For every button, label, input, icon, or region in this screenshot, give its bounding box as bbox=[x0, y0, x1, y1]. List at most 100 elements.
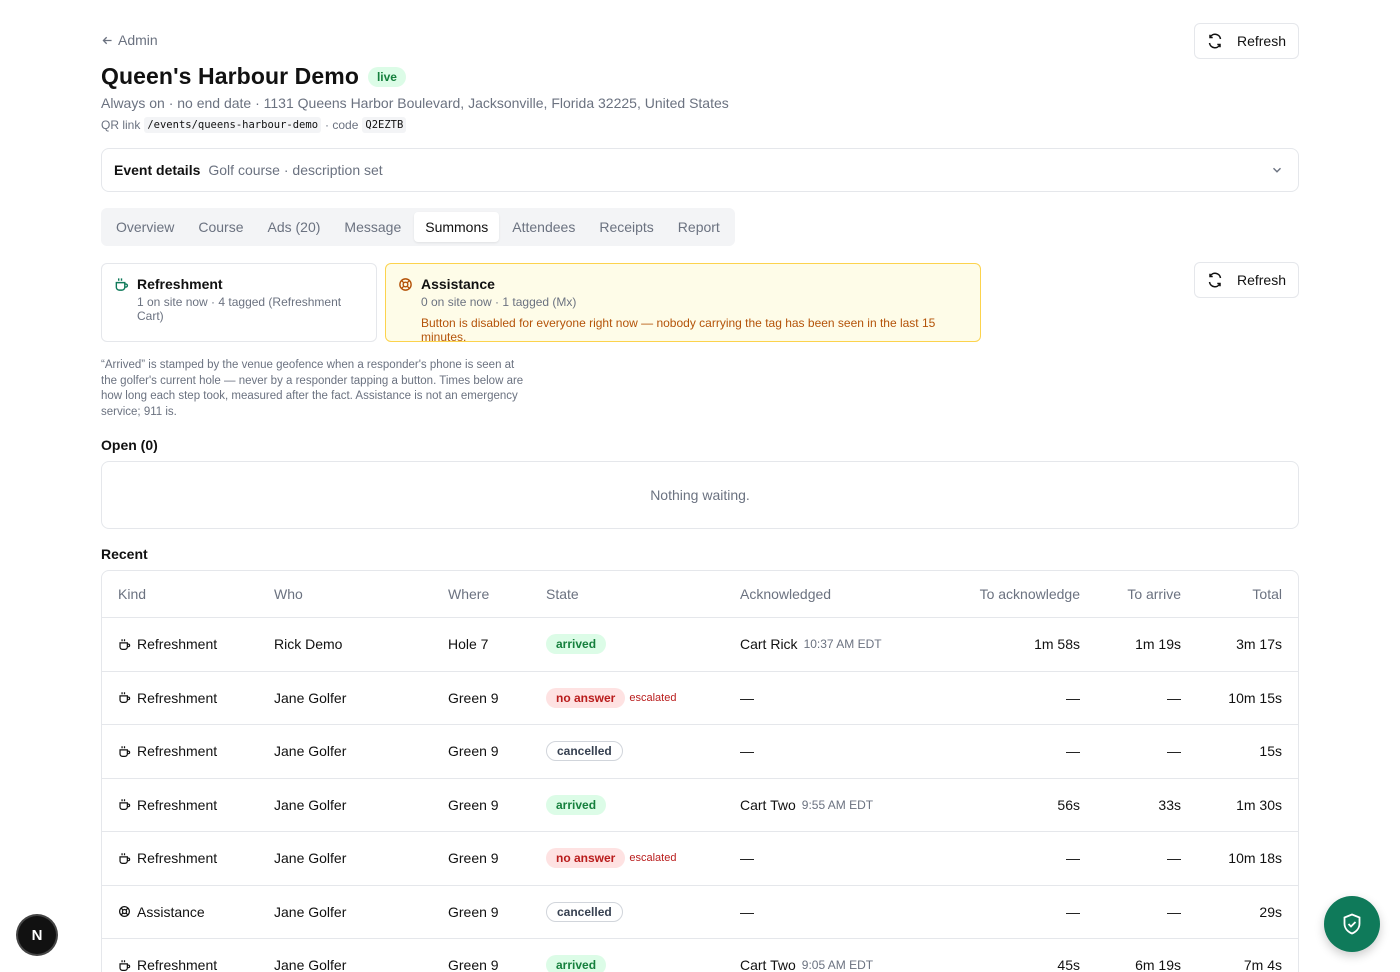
ack-by: — bbox=[740, 850, 754, 867]
row-acknowledged: — bbox=[740, 672, 754, 725]
details-summary: Golf course · description set bbox=[208, 162, 383, 178]
row-total: 3m 17s bbox=[1236, 636, 1282, 653]
refresh-button[interactable]: Refresh bbox=[1193, 23, 1299, 59]
row-state: cancelled bbox=[546, 725, 623, 778]
row-kind: Refreshment bbox=[118, 939, 217, 972]
refreshment-card[interactable]: Refreshment 1 on site now · 4 tagged (Re… bbox=[101, 263, 377, 342]
qr-path[interactable]: /events/queens-harbour-demo bbox=[144, 117, 322, 133]
row-who: Rick Demo bbox=[274, 636, 343, 653]
row-kind-label: Refreshment bbox=[137, 636, 218, 653]
row-total: 1m 30s bbox=[1236, 796, 1282, 813]
row-acknowledged: Cart Two 9:55 AM EDT bbox=[740, 779, 873, 832]
row-kind-label: Refreshment bbox=[137, 850, 218, 867]
row-to-arrive: — bbox=[1167, 689, 1181, 706]
summons-refresh-button[interactable]: Refresh bbox=[1193, 262, 1299, 298]
col-kind: Kind bbox=[118, 586, 147, 602]
ack-by: — bbox=[740, 743, 754, 760]
row-kind: Assistance bbox=[118, 886, 205, 939]
table-row[interactable]: Refreshment Jane Golfer Green 9 no answer es… bbox=[102, 832, 1298, 886]
tab-overview[interactable]: Overview bbox=[105, 212, 185, 242]
ack-time: 10:37 AM EDT bbox=[803, 637, 882, 652]
table-row[interactable]: Assistance Jane Golfer Green 9 cancelled — — —… bbox=[102, 886, 1298, 939]
row-total: 7m 4s bbox=[1243, 957, 1282, 972]
col-where: Where bbox=[448, 586, 490, 602]
row-who: Jane Golfer bbox=[274, 743, 347, 760]
row-to-arrive: 1m 19s bbox=[1135, 636, 1181, 653]
open-empty-state: Nothing waiting. bbox=[101, 461, 1299, 529]
table-row[interactable]: Refreshment Jane Golfer Green 9 cancelled — —… bbox=[102, 725, 1298, 779]
col-state: State bbox=[546, 586, 579, 602]
table-row[interactable]: Refreshment Jane Golfer Green 9 arrived Cart… bbox=[102, 779, 1298, 832]
row-where: Green 9 bbox=[448, 957, 499, 972]
tab-attendees[interactable]: Attendees bbox=[501, 212, 586, 242]
lifebuoy-icon bbox=[119, 906, 130, 918]
safety-fab[interactable] bbox=[1324, 896, 1380, 952]
qr-info: QR link /events/queens-harbour-demo · co… bbox=[101, 117, 407, 133]
table-row[interactable]: Refreshment Rick Demo Hole 7 arrived Cart Ri… bbox=[102, 618, 1298, 672]
back-link[interactable]: Admin bbox=[101, 32, 158, 48]
row-state: arrived bbox=[546, 618, 607, 671]
row-acknowledged: — bbox=[740, 832, 754, 885]
row-kind: Refreshment bbox=[118, 779, 217, 832]
state-badge: arrived bbox=[546, 634, 607, 655]
card-warning: Button is disabled for everyone right no… bbox=[421, 316, 936, 344]
row-state: no answer escalated bbox=[546, 672, 676, 725]
row-who: Jane Golfer bbox=[274, 957, 347, 972]
ack-time: 9:55 AM EDT bbox=[801, 797, 874, 812]
tab-receipts[interactable]: Receipts bbox=[588, 212, 664, 242]
row-where: Green 9 bbox=[448, 903, 499, 920]
row-acknowledged: — bbox=[740, 725, 754, 778]
row-total: 29s bbox=[1259, 903, 1282, 920]
tab-bar: Overview Course Ads (20) Message Summons… bbox=[101, 208, 735, 246]
refresh-label: Refresh bbox=[1236, 272, 1286, 288]
details-label: Event details bbox=[114, 162, 201, 178]
row-to-arrive: — bbox=[1167, 743, 1181, 760]
back-label: Admin bbox=[118, 32, 158, 48]
state-badge: cancelled bbox=[546, 901, 623, 922]
assistance-card: Assistance 0 on site now · 1 tagged (Mx)… bbox=[385, 263, 981, 344]
row-to-acknowledge: — bbox=[1066, 903, 1080, 920]
qr-label: QR link bbox=[101, 118, 141, 132]
tab-report[interactable]: Report bbox=[667, 212, 731, 242]
table-row[interactable]: Refreshment Jane Golfer Green 9 no answer es… bbox=[102, 672, 1298, 725]
col-total: Total bbox=[1252, 586, 1282, 602]
row-kind: Refreshment bbox=[118, 672, 217, 725]
row-to-acknowledge: — bbox=[1066, 743, 1080, 760]
tab-message[interactable]: Message bbox=[333, 212, 412, 242]
row-kind: Refreshment bbox=[118, 832, 217, 885]
code-label: · code bbox=[325, 118, 359, 132]
col-to-arrive: To arrive bbox=[1127, 586, 1181, 602]
row-to-acknowledge: — bbox=[1066, 850, 1080, 867]
row-total: 10m 18s bbox=[1228, 850, 1282, 867]
row-to-arrive: 6m 19s bbox=[1135, 957, 1181, 972]
ack-by: Cart Two bbox=[740, 957, 796, 972]
open-heading: Open (0) bbox=[101, 437, 158, 453]
row-to-acknowledge: — bbox=[1066, 689, 1080, 706]
table-row[interactable]: Refreshment Jane Golfer Green 9 arrived Cart… bbox=[102, 939, 1298, 972]
tab-summons[interactable]: Summons bbox=[414, 212, 500, 242]
recent-heading: Recent bbox=[101, 546, 148, 562]
state-badge: arrived bbox=[546, 955, 607, 972]
tab-course[interactable]: Course bbox=[187, 212, 254, 242]
event-subtitle: Always on · no end date · 1131 Queens Ha… bbox=[101, 95, 729, 111]
cup-icon bbox=[119, 638, 131, 650]
dev-badge[interactable]: N bbox=[18, 916, 56, 954]
row-who: Jane Golfer bbox=[274, 796, 347, 813]
col-acknowledged: Acknowledged bbox=[740, 586, 832, 602]
table-header: Kind Who Where State Acknowledged To ack… bbox=[102, 571, 1298, 618]
refresh-icon bbox=[1208, 272, 1222, 288]
row-who: Jane Golfer bbox=[274, 689, 347, 706]
card-title: Refreshment bbox=[137, 276, 223, 292]
col-to-acknowledge: To acknowledge bbox=[979, 586, 1080, 602]
cup-icon bbox=[119, 745, 131, 757]
refresh-icon bbox=[1208, 33, 1222, 49]
ack-by: Cart Rick bbox=[740, 636, 798, 653]
event-details-toggle[interactable]: Event details Golf course · description … bbox=[101, 148, 1299, 192]
row-total: 10m 15s bbox=[1228, 689, 1282, 706]
row-kind: Refreshment bbox=[118, 725, 217, 778]
row-where: Green 9 bbox=[448, 850, 499, 867]
escalated-label: escalated bbox=[629, 852, 677, 865]
cup-icon bbox=[119, 692, 131, 704]
ack-time: 9:05 AM EDT bbox=[801, 958, 874, 972]
tab-ads[interactable]: Ads (20) bbox=[257, 212, 332, 242]
